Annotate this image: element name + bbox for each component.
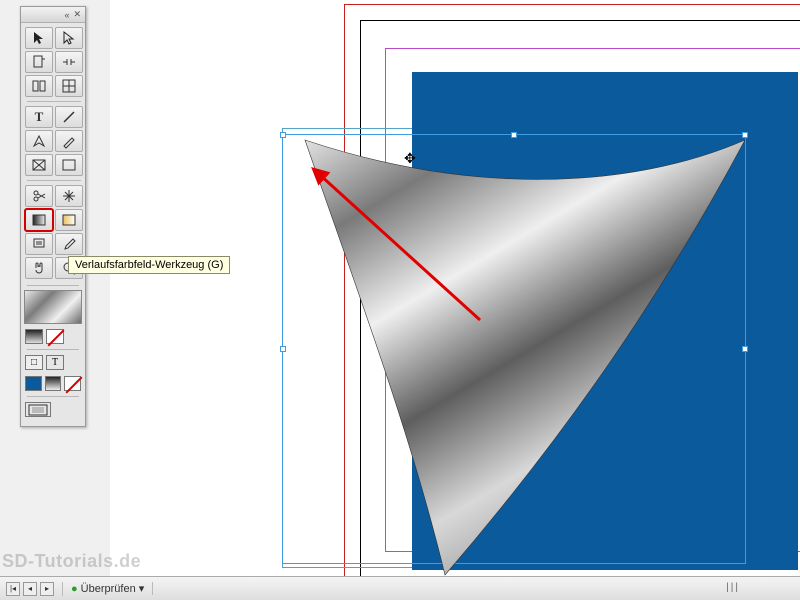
page-tool[interactable]	[25, 51, 53, 73]
page-nav: |◂ ◂ ▸	[6, 582, 63, 596]
pencil-tool[interactable]	[55, 130, 83, 152]
preflight-label: Überprüfen	[81, 583, 136, 595]
type-tool[interactable]: T	[25, 106, 53, 128]
eyedropper-tool[interactable]	[55, 233, 83, 255]
selection-tool[interactable]	[25, 27, 53, 49]
content-tool[interactable]	[25, 75, 53, 97]
line-tool[interactable]	[55, 106, 83, 128]
preflight-status[interactable]: ● Überprüfen ▾	[71, 582, 153, 595]
sail-shape[interactable]	[110, 0, 800, 600]
toolbox-panel: « ✕ T	[20, 6, 86, 427]
direct-selection-tool[interactable]	[55, 27, 83, 49]
gradient-cursor-icon: ✥	[404, 150, 416, 167]
apply-none-icon[interactable]	[64, 376, 81, 391]
collapse-icon[interactable]: «	[64, 10, 69, 20]
scissors-tool[interactable]	[25, 185, 53, 207]
gap-tool[interactable]	[55, 51, 83, 73]
rectangle-tool[interactable]	[55, 154, 83, 176]
nav-prev-icon[interactable]: ◂	[23, 582, 37, 596]
transform-tool[interactable]	[55, 185, 83, 207]
nav-first-icon[interactable]: |◂	[6, 582, 20, 596]
tool-grid: T	[21, 23, 85, 283]
toolbox-header: « ✕	[21, 7, 85, 23]
document-canvas[interactable]: ✥	[110, 0, 800, 576]
gradient-feather-tool[interactable]	[55, 209, 83, 231]
swap-fill-stroke-icon[interactable]	[46, 329, 64, 344]
formatting-container-icon[interactable]: □	[25, 355, 43, 370]
screen-mode-icon[interactable]	[25, 402, 51, 417]
close-icon[interactable]: ✕	[73, 9, 81, 20]
hand-tool[interactable]	[25, 257, 53, 279]
screen-mode-row	[21, 399, 85, 420]
note-tool[interactable]	[25, 233, 53, 255]
apply-color-row	[21, 373, 85, 394]
nav-next-icon[interactable]: ▸	[40, 582, 54, 596]
fill-stroke-proxy[interactable]	[24, 290, 82, 324]
rectangle-frame-tool[interactable]	[25, 154, 53, 176]
watermark-text: SD-Tutorials.de	[2, 551, 141, 572]
chevron-down-icon[interactable]: ▾	[139, 582, 145, 595]
pen-tool[interactable]	[25, 130, 53, 152]
status-bar: |◂ ◂ ▸ ● Überprüfen ▾	[0, 576, 800, 600]
gradient-swatch-tool[interactable]	[25, 209, 53, 231]
formatting-row: □ T	[21, 352, 85, 373]
content-tool-2[interactable]	[55, 75, 83, 97]
default-fill-stroke-icon[interactable]	[25, 329, 43, 344]
apply-gradient-icon[interactable]	[45, 376, 62, 391]
preflight-ok-icon: ●	[71, 583, 78, 595]
fill-stroke-swap-row	[21, 326, 85, 347]
tooltip: Verlaufsfarbfeld-Werkzeug (G)	[68, 256, 230, 274]
formatting-text-icon[interactable]: T	[46, 355, 64, 370]
scrollbar-hint[interactable]: |||	[726, 582, 740, 593]
apply-color-icon[interactable]	[25, 376, 42, 391]
